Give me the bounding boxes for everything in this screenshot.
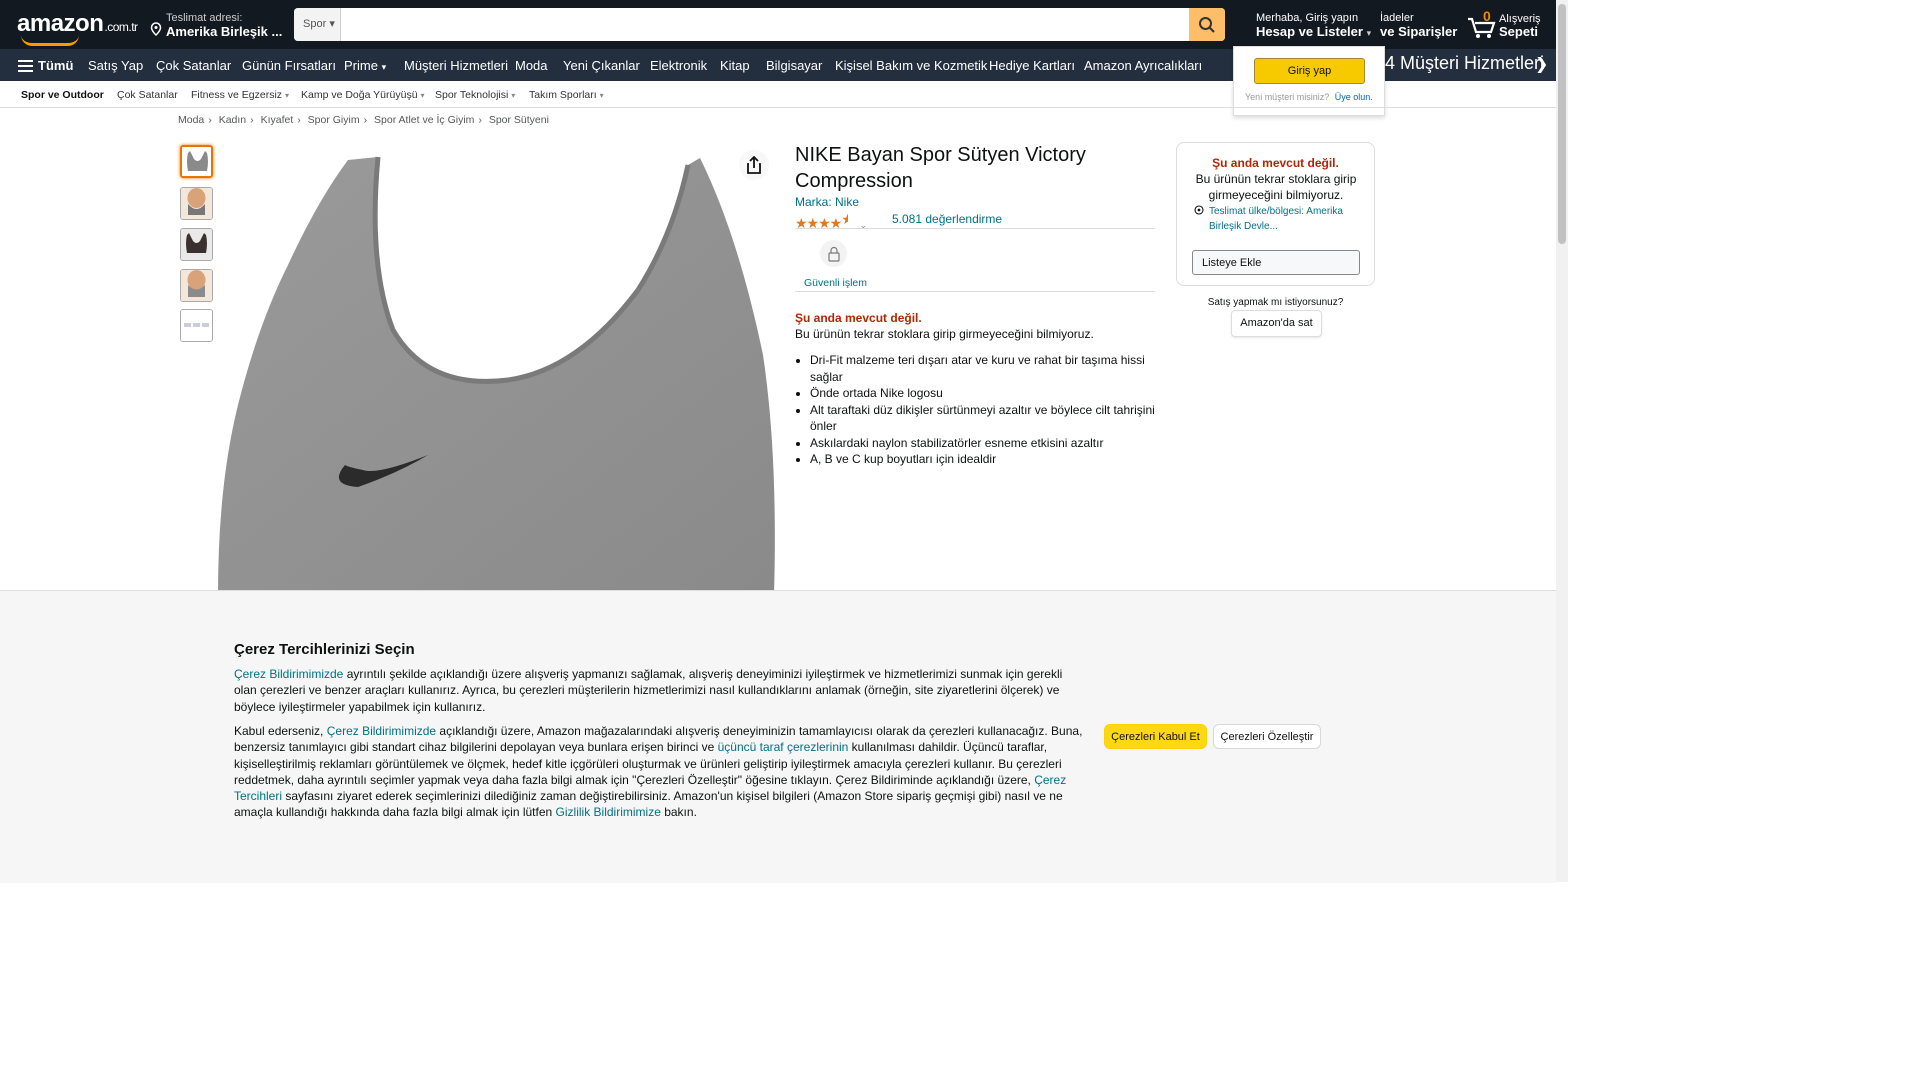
search-input[interactable] [342,8,1188,41]
nav-item-books[interactable]: Kitap [720,58,750,73]
top-header: amazon.com.tr Teslimat adresi: Amerika B… [0,0,1556,49]
subnav-item-camping[interactable]: Kamp ve Doğa Yürüyüşü ▾ [301,89,424,101]
subnav-item-fitness[interactable]: Fitness ve Egzersiz ▾ [191,89,289,101]
breadcrumb-item[interactable]: Moda [178,114,204,126]
cookie-consent-banner: Çerez Tercihlerinizi Seçin Çerez Bildiri… [0,590,1556,883]
divider [795,228,1155,229]
hamburger-icon [18,60,33,75]
sell-question: Satış yapmak mı istiyorsunuz? [1207,297,1344,308]
share-button[interactable] [739,150,769,180]
all-menu-button[interactable]: Tümü [18,58,73,75]
feature-bullet: Dri-Fit malzeme teri dışarı atar ve kuru… [810,352,1160,385]
breadcrumb-item[interactable]: Kadın [219,114,246,126]
chevron-right-icon[interactable]: ❯ [1535,54,1548,74]
caret-down-icon: ▾ [284,91,289,100]
product-thumbnail[interactable] [180,309,213,342]
account-lists[interactable]: Merhaba, Giriş yapın Hesap ve Listeler ▾ [1256,12,1371,39]
buybox-availability: Şu anda mevcut değil. [1212,156,1339,170]
product-main-image[interactable] [218,155,776,595]
customize-cookies-button[interactable]: Çerezleri Özelleştir [1213,724,1321,749]
cookie-paragraph-2: Kabul ederseniz, Çerez Bildirimimizde aç… [234,724,1083,820]
subnav-item-sports-outdoor[interactable]: Spor ve Outdoor [21,89,104,101]
add-to-list-button[interactable]: Listeye Ekle [1192,250,1360,275]
delivery-country-link[interactable]: Teslimat ülke/bölgesi: Amerika Birleşik … [1209,204,1359,234]
cookie-title: Çerez Tercihlerinizi Seçin [234,641,415,658]
feature-bullet: Askılardaki naylon stabilizatörler esnem… [810,435,1160,452]
brand-link[interactable]: Marka: Nike [795,195,859,209]
secure-transaction-link[interactable]: Güvenli işlem [804,277,867,289]
nav-item-bestsellers[interactable]: Çok Satanlar [156,58,231,73]
feature-bullets: Dri-Fit malzeme teri dışarı atar ve kuru… [795,352,1160,468]
cookie-paragraph-1: Çerez Bildirimimizde ayrıntılı şekilde a… [234,667,1063,714]
search-category-select[interactable]: Spor ▾ [294,8,341,41]
delivery-location[interactable]: Teslimat adresi: Amerika Birleşik ... [150,12,282,39]
caret-down-icon: ▾ [420,91,425,100]
accept-cookies-button[interactable]: Çerezleri Kabul Et [1104,724,1207,749]
caret-down-icon: ▾ [1366,28,1372,38]
buybox-note: Bu ürünün tekrar stoklara girip girmeyec… [1195,172,1357,202]
availability-status: Şu anda mevcut değil. [795,311,922,325]
breadcrumb-item[interactable]: Spor Atlet ve İç Giyim [374,114,474,126]
cookie-notice-link[interactable]: Çerez Bildirimimizde [234,667,343,681]
subnav-item-sports-tech[interactable]: Spor Teknolojisi ▾ [435,89,515,101]
availability-note: Bu ürünün tekrar stoklara girip girmeyec… [795,327,1094,341]
nav-item-amazon-benefits[interactable]: Amazon Ayrıcalıkları [1084,58,1202,73]
product-thumbnail[interactable] [180,187,213,220]
feature-bullet: A, B ve C kup boyutları için idealdir [810,451,1160,468]
nav-item-prime[interactable]: Prime ▾ [344,58,386,73]
subnav-item-bestsellers[interactable]: Çok Satanlar [117,89,178,101]
nav-item-computers[interactable]: Bilgisayar [766,58,822,73]
amazon-logo[interactable]: amazon.com.tr [17,10,138,46]
sell-on-amazon-button[interactable]: Amazon'da sat [1231,310,1322,337]
returns-orders[interactable]: İadeler ve Siparişler [1380,12,1457,39]
cart-count: 0 [1483,8,1491,24]
nav-item-new-releases[interactable]: Yeni Çıkanlar [563,58,640,73]
page-scrollbar[interactable] [1556,0,1568,882]
breadcrumb-item[interactable]: Spor Giyim [308,114,360,126]
location-pin-icon [150,22,162,36]
privacy-notice-link[interactable]: Gizlilik Bildirimimize [556,805,661,819]
product-thumbnail[interactable] [180,145,213,178]
share-icon [747,156,761,174]
buy-box: Şu anda mevcut değil. Bu ürünün tekrar s… [1176,142,1375,286]
location-pin-icon [1194,205,1204,215]
nav-item-deals[interactable]: Günün Fırsatları [242,58,336,73]
scrollbar-thumb[interactable] [1558,4,1566,244]
breadcrumb: Moda › Kadın › Kıyafet › Spor Giyim › Spor A… [178,114,549,126]
nav-item-gift-cards[interactable]: Hediye Kartları [989,58,1075,73]
nav-item-beauty[interactable]: Kişisel Bakım ve Kozmetik [835,58,987,73]
lock-icon [827,246,840,262]
customer-service-banner[interactable]: 7/24 Müşteri Hizmetleri [1360,53,1544,74]
third-party-cookies-link[interactable]: üçüncü taraf çerezlerinin [718,740,849,754]
breadcrumb-item[interactable]: Spor Sütyeni [489,114,549,126]
cart-icon [1468,17,1496,38]
logo-smile-icon [21,35,79,46]
divider [795,291,1155,292]
nav-item-customer-service[interactable]: Müşteri Hizmetleri [404,58,508,73]
product-title: NIKE Bayan Spor Sütyen Victory Compressi… [795,144,1086,192]
breadcrumb-item[interactable]: Kıyafet [261,114,294,126]
caret-down-icon: ▾ [329,18,335,30]
search-bar: Spor ▾ [294,8,1225,41]
nav-item-fashion[interactable]: Moda [515,58,548,73]
caret-down-icon: ▾ [381,62,387,72]
nav-item-electronics[interactable]: Elektronik [650,58,707,73]
secure-transaction-badge[interactable] [820,240,847,267]
nav-item-sell[interactable]: Satış Yap [88,58,143,73]
cookie-notice-link[interactable]: Çerez Bildirimimizde [327,724,436,738]
caret-down-icon: ▾ [599,91,604,100]
rating-count-link[interactable]: 5.081 değerlendirme [892,212,1002,226]
feature-bullet: Alt taraftaki düz dikişler sürtünmeyi az… [810,402,1160,435]
search-button[interactable] [1189,8,1225,41]
product-thumbnail[interactable] [180,228,213,261]
product-thumbnail[interactable] [180,269,213,302]
category-subnav: Spor ve Outdoor Çok Satanlar Fitness ve … [0,81,1556,108]
caret-down-icon: ▾ [511,91,516,100]
cart-button[interactable]: 0 Alışveriş Sepeti [1466,8,1546,42]
feature-bullet: Önde ortada Nike logosu [810,385,1160,402]
search-icon [1199,16,1215,33]
subnav-item-team-sports[interactable]: Takım Sporları ▾ [529,89,604,101]
